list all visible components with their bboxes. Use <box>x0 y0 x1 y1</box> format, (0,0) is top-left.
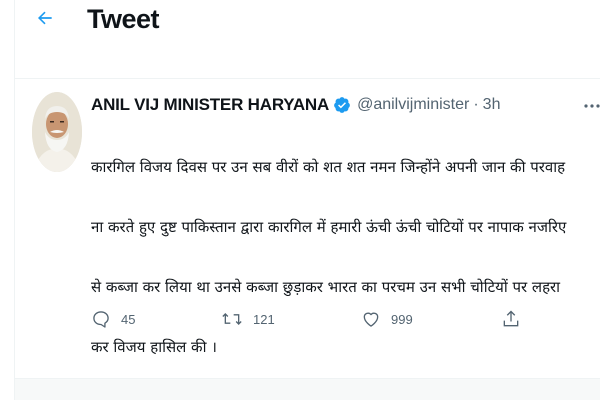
tweet-author-line: ANIL VIJ MINISTER HARYANA @anilvijminist… <box>91 95 500 115</box>
avatar[interactable] <box>32 92 82 172</box>
header-divider <box>15 56 600 79</box>
tweet-text-line: से कब्जा कर लिया था उनसे कब्जा छुड़ाकर भ… <box>91 278 561 296</box>
retweet-count: 121 <box>253 311 275 327</box>
page-title: Tweet <box>87 4 160 34</box>
reply-icon <box>93 311 109 328</box>
retweet-button[interactable]: 121 <box>221 304 275 334</box>
author-display-name[interactable]: ANIL VIJ MINISTER HARYANA <box>91 95 329 115</box>
meta-separator: · <box>473 96 479 113</box>
avatar-image <box>32 92 82 172</box>
share-icon <box>503 310 519 327</box>
like-button[interactable]: 999 <box>361 304 413 334</box>
heart-icon <box>363 312 379 327</box>
more-horizontal-icon <box>584 104 600 108</box>
retweet-icon <box>222 313 242 325</box>
tweet-text-line: कारगिल विजय दिवस पर उन सब वीरों को शत शत… <box>91 158 566 176</box>
tweet-timestamp[interactable]: 3h <box>483 95 501 115</box>
next-section <box>15 379 600 400</box>
like-count: 999 <box>391 311 413 327</box>
tweet-action-bar: 45 121 999 <box>91 304 531 334</box>
verified-badge-icon <box>333 96 351 114</box>
reply-count: 45 <box>121 311 136 327</box>
author-handle[interactable]: @anilvijminister <box>357 95 469 115</box>
arrow-left-icon <box>38 11 52 25</box>
page-header: Tweet <box>15 0 600 48</box>
tweet-text: कारगिल विजय दिवस पर उन सब वीरों को शत शत… <box>91 122 600 392</box>
back-button[interactable] <box>33 6 57 30</box>
more-options-button[interactable] <box>583 98 600 114</box>
reply-button[interactable]: 45 <box>91 304 135 334</box>
tweet-card[interactable]: ANIL VIJ MINISTER HARYANA @anilvijminist… <box>15 78 600 378</box>
tweet-text-line: कर विजय हासिल की । <box>91 338 217 356</box>
tweet-text-line: ना करते हुए दुष्ट पाकिस्तान द्वारा कारगि… <box>91 218 567 236</box>
share-button[interactable] <box>501 304 521 334</box>
